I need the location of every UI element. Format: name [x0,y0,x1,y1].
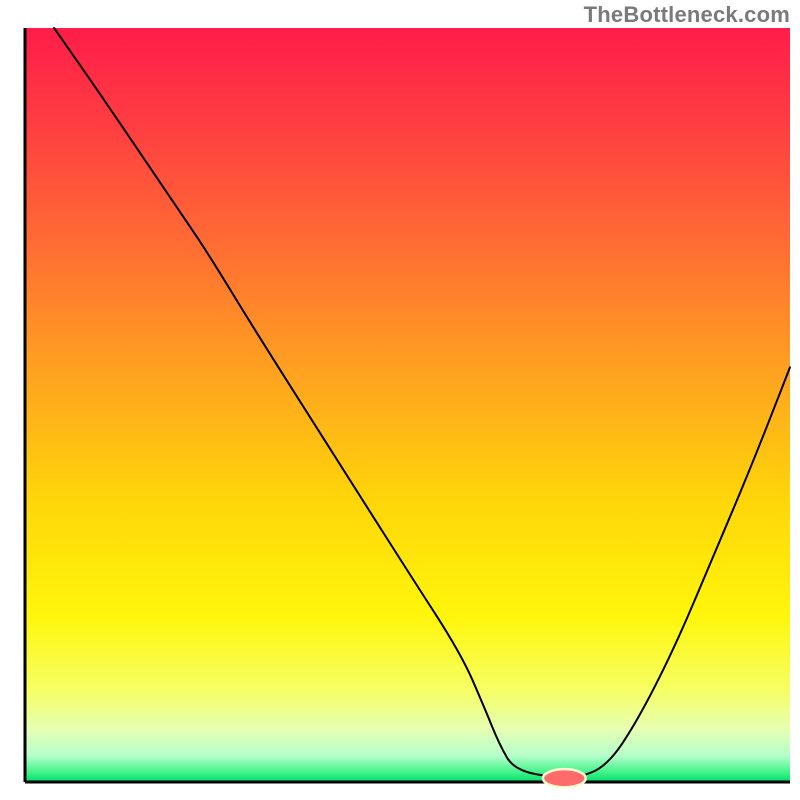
bottleneck-chart [0,0,800,800]
plot-background [25,28,790,782]
optimal-point-marker [543,769,586,787]
chart-container: TheBottleneck.com [0,0,800,800]
